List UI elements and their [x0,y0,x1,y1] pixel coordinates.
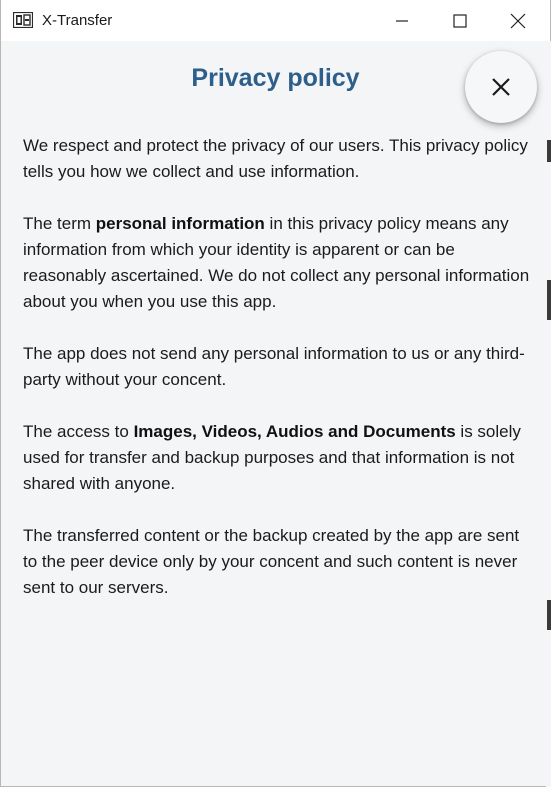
policy-paragraph: The transferred content or the backup cr… [23,526,520,597]
background-window-edge [547,600,551,630]
policy-text: We respect and protect the privacy of ou… [23,133,533,627]
app-icon [12,11,34,29]
policy-paragraph: The app does not send any personal infor… [23,344,525,389]
bold-term: Images, Videos, Audios and Documents [133,422,456,441]
bold-term: personal information [95,214,265,233]
window-title: X-Transfer [42,12,113,29]
background-window-edge [547,140,551,162]
title-bar[interactable]: X-Transfer [1,0,550,41]
policy-paragraph: The term personal information in this pr… [23,214,530,311]
close-dialog-button[interactable] [465,51,537,123]
maximize-button[interactable] [431,0,489,41]
close-icon [492,78,510,96]
app-window: X-Transfer Privacy policy We respect and… [0,0,551,787]
policy-paragraph: The access to Images, Videos, Audios and… [23,422,521,493]
privacy-dialog: Privacy policy We respect and protect th… [1,41,546,786]
background-window-edge [547,280,551,320]
minimize-icon [396,19,408,22]
close-icon [510,13,526,28]
policy-paragraph: We respect and protect the privacy of ou… [23,136,528,181]
minimize-button[interactable] [373,0,431,41]
window-close-button[interactable] [489,0,547,41]
maximize-icon [453,13,467,28]
